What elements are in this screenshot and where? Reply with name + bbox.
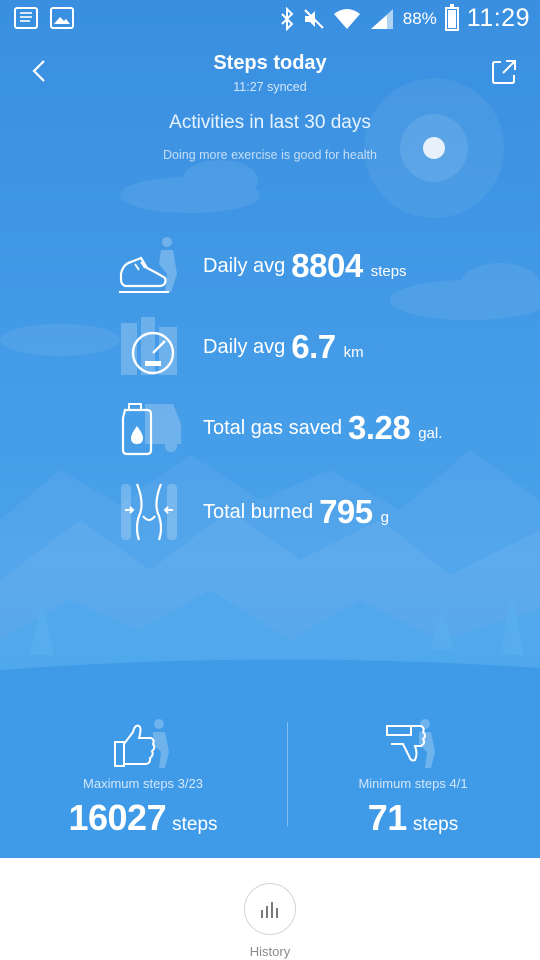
wifi-icon [333, 8, 360, 29]
stat-daily-steps: Daily avg 8804 steps [115, 234, 515, 298]
image-icon [50, 7, 74, 29]
summary-subtitle: Doing more exercise is good for health [162, 148, 377, 162]
thumbs-down-icon [386, 719, 435, 768]
bottom-nav: History [0, 858, 540, 960]
min-steps-unit: steps [412, 814, 459, 835]
steps-extremes-panel: Maximum steps 3/23 16027 steps Minimum st… [0, 690, 540, 858]
waist-icon [121, 483, 177, 541]
history-button[interactable] [244, 883, 296, 935]
max-steps-unit: steps [172, 814, 218, 835]
bar-chart-icon [261, 902, 278, 918]
stat-label: Daily avg [203, 254, 286, 277]
max-steps-caption: Maximum steps 3/23 [83, 776, 203, 791]
status-bar: 88% 11:29 [0, 0, 540, 38]
stat-burned: Total burned 795 g [115, 480, 515, 544]
mute-icon [304, 8, 324, 29]
thumbs-up-icon [114, 719, 169, 768]
stat-value: 8804 [291, 247, 363, 284]
battery-percent: 88% [402, 8, 437, 28]
stat-unit: gal. [418, 424, 443, 442]
speedometer-icon [121, 317, 177, 375]
battery-icon [444, 3, 459, 31]
stat-unit: steps [370, 262, 407, 280]
stat-label: Total gas saved [203, 416, 342, 439]
max-steps-value: 16027 [68, 797, 167, 838]
bluetooth-icon [281, 6, 294, 31]
summary-title: Activities in last 30 days [169, 112, 371, 133]
page-title: Steps today [213, 52, 327, 74]
min-steps-value: 71 [367, 797, 408, 838]
share-icon [492, 60, 516, 84]
shoe-icon [119, 237, 177, 293]
stat-label: Daily avg [203, 335, 286, 358]
clock: 11:29 [466, 4, 530, 32]
stat-value: 6.7 [291, 328, 336, 365]
signal-icon [370, 8, 393, 29]
max-steps-card: Maximum steps 3/23 16027 steps [8, 690, 278, 839]
stat-unit: km [343, 343, 364, 361]
gas-can-icon [121, 403, 181, 456]
app-header: Steps today 11:27 synced [0, 46, 540, 106]
min-steps-card: Minimum steps 4/1 71 steps [278, 690, 540, 839]
sync-status: 11:27 synced [233, 80, 307, 94]
stat-gas-saved: Total gas saved 3.28 gal. [115, 396, 515, 460]
stat-value: 3.28 [347, 409, 411, 446]
stat-value: 795 [319, 493, 373, 530]
stat-unit: g [380, 508, 389, 526]
min-steps-caption: Minimum steps 4/1 [358, 776, 468, 791]
stat-daily-distance: Daily avg 6.7 km [115, 315, 515, 379]
notes-icon [14, 7, 38, 29]
stat-label: Total burned [203, 500, 314, 523]
share-button[interactable] [488, 56, 520, 88]
history-label[interactable]: History [0, 944, 540, 959]
